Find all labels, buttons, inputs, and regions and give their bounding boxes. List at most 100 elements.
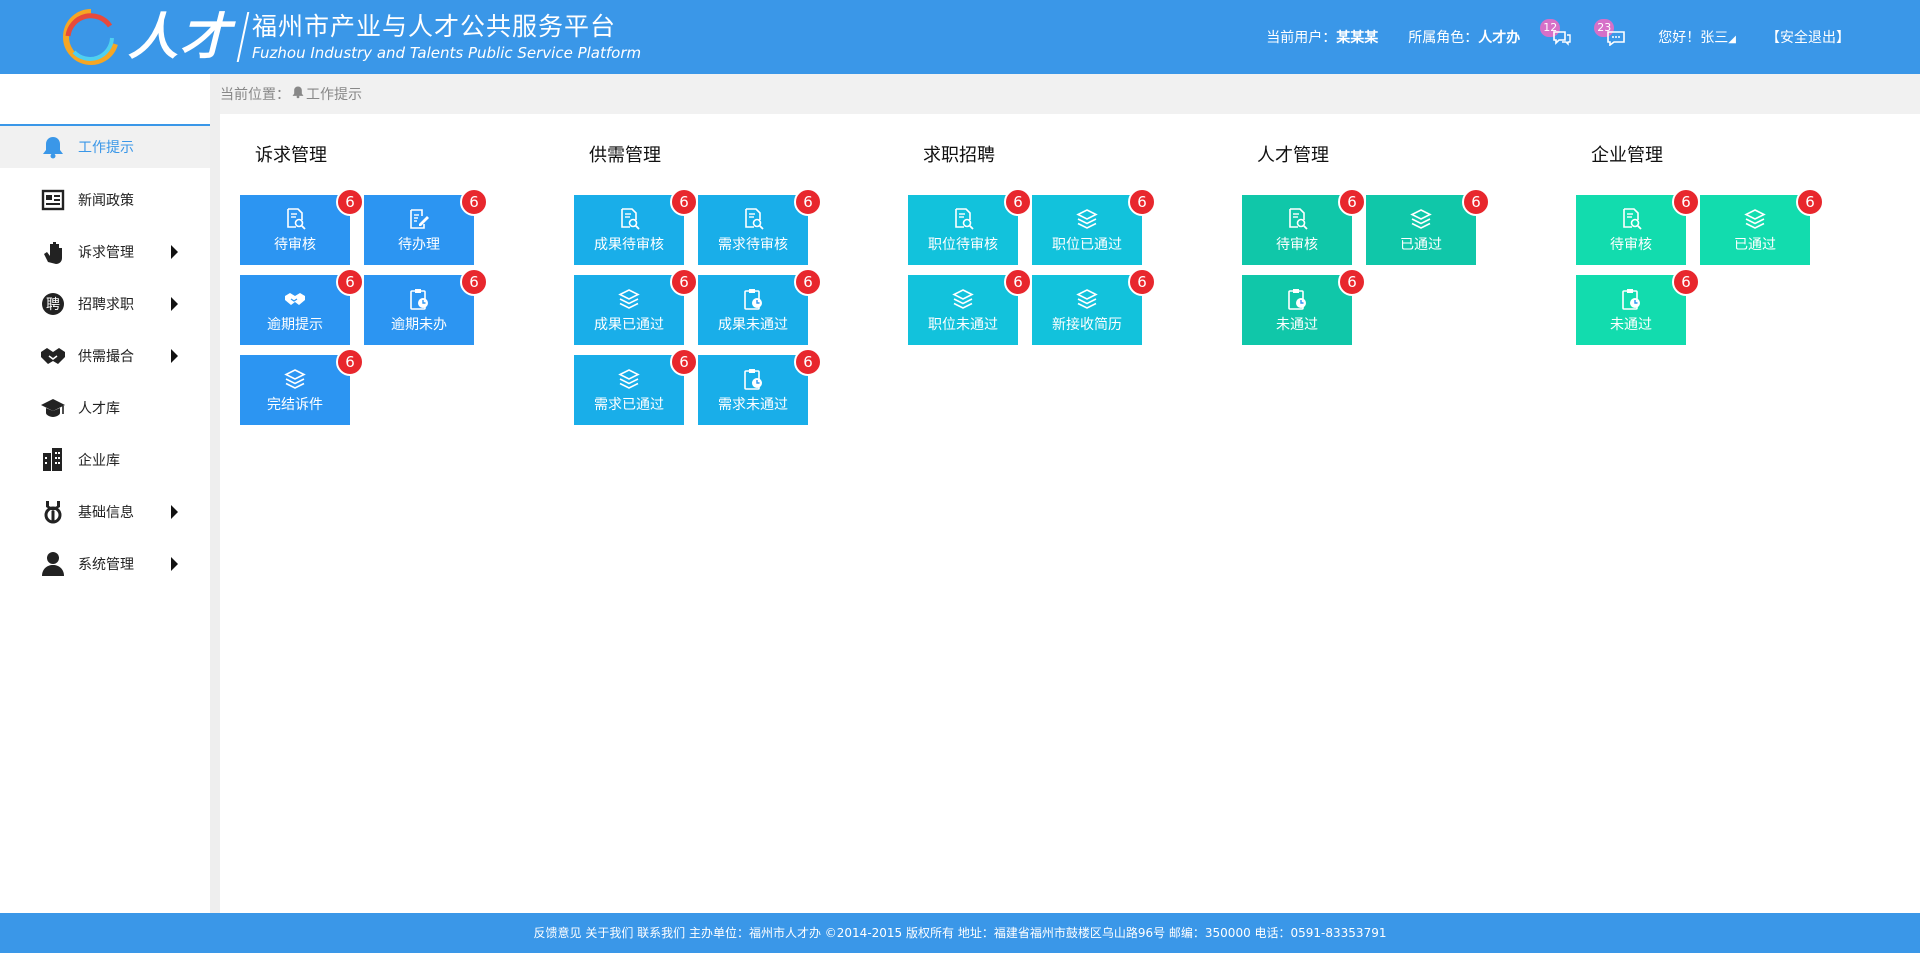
handshake-icon (240, 287, 350, 311)
breadcrumb: 当前位置： 工作提示 (220, 74, 1920, 114)
sidebar-item-recruitment[interactable]: 聘 招聘求职 (0, 282, 210, 326)
tile-label: 需求已通过 (594, 397, 664, 413)
edit-document-icon (364, 207, 474, 231)
tile-position-rejected[interactable]: 职位未通过 6 (908, 268, 1032, 345)
logout-link[interactable]: 【安全退出】 (1766, 27, 1850, 47)
breadcrumb-current[interactable]: 工作提示 (306, 84, 362, 104)
logo-divider (236, 12, 250, 62)
notification-button[interactable]: 12 (1540, 19, 1574, 49)
tile-label: 待审核 (1276, 237, 1318, 253)
tile-label: 需求待审核 (718, 237, 788, 253)
sidebar-item-label: 系统管理 (78, 557, 134, 573)
tile-label: 成果待审核 (594, 237, 664, 253)
message-icon (1607, 31, 1626, 46)
tile-demand-pending-review[interactable]: 需求待审核 6 (698, 188, 822, 265)
layers-icon (574, 287, 684, 311)
sidebar-item-label: 新闻政策 (78, 193, 134, 209)
caret-right-icon (171, 505, 178, 519)
tile-label: 逾期提示 (267, 317, 323, 333)
tile-demand-approved[interactable]: 需求已通过 6 (574, 348, 698, 425)
user-icon (40, 551, 66, 577)
sidebar-item-label: 招聘求职 (78, 297, 134, 313)
sidebar-item-label: 基础信息 (78, 505, 134, 521)
tile-label: 职位未通过 (928, 317, 998, 333)
tile-enterprise-pending-review[interactable]: 待审核 6 (1576, 188, 1700, 265)
current-role: 所属角色：人才办 (1408, 27, 1520, 47)
tile-appeal-to-handle[interactable]: 待办理 6 (364, 188, 488, 265)
sidebar-item-matching[interactable]: 供需撮合 (0, 334, 210, 378)
tile-result-approved[interactable]: 成果已通过 6 (574, 268, 698, 345)
tile-count-badge: 6 (670, 268, 698, 296)
sidebar-item-label: 供需撮合 (78, 349, 134, 365)
tile-appeal-pending-review[interactable]: 待审核 6 (240, 188, 364, 265)
tile-result-pending-review[interactable]: 成果待审核 6 (574, 188, 698, 265)
site-logo[interactable]: 人才 福州市产业与人才公共服务平台 Fuzhou Industry and Ta… (60, 6, 641, 68)
clipboard-clock-icon (364, 287, 474, 311)
sidebar-item-appeals[interactable]: 诉求管理 (0, 230, 210, 274)
tile-enterprise-approved[interactable]: 已通过 6 (1700, 188, 1824, 265)
sidebar-item-news[interactable]: 新闻政策 (0, 178, 210, 222)
tile-result-rejected[interactable]: 成果未通过 6 (698, 268, 822, 345)
tile-new-resumes[interactable]: 新接收简历 6 (1032, 268, 1156, 345)
tile-enterprise-rejected[interactable]: 未通过 6 (1576, 268, 1700, 345)
notification-icon (1553, 31, 1571, 46)
sidebar-item-talent-pool[interactable]: 人才库 (0, 386, 210, 430)
caret-right-icon (171, 557, 178, 571)
sidebar-item-label: 人才库 (78, 401, 120, 417)
caret-right-icon (171, 349, 178, 363)
tile-count-badge: 6 (336, 268, 364, 296)
newspaper-icon (40, 187, 66, 213)
tile-appeal-closed[interactable]: 完结诉件 6 (240, 348, 364, 425)
user-greeting: 您好！张三 (1658, 30, 1729, 46)
sidebar-item-label: 企业库 (78, 453, 120, 469)
tile-position-pending-review[interactable]: 职位待审核 6 (908, 188, 1032, 265)
layers-icon (240, 367, 350, 391)
message-button[interactable]: 23 (1594, 19, 1628, 49)
sidebar-item-work-tips[interactable]: 工作提示 (0, 124, 210, 168)
hand-icon (40, 239, 66, 265)
page-footer: 反馈意见 关于我们 联系我们 主办单位：福州市人才办 ©2014-2015 版权… (0, 913, 1920, 953)
building-icon (40, 447, 66, 473)
recruit-icon: 聘 (40, 291, 66, 317)
tile-appeal-overdue-warning[interactable]: 逾期提示 6 (240, 268, 364, 345)
current-user: 当前用户：某某某 (1266, 27, 1378, 47)
svg-text:聘: 聘 (46, 297, 60, 313)
user-greeting-dropdown[interactable]: 您好！张三◢ (1658, 27, 1736, 47)
clipboard-clock-icon (1242, 287, 1352, 311)
sidebar-item-basic-info[interactable]: 基础信息 (0, 490, 210, 534)
tile-talent-rejected[interactable]: 未通过 6 (1242, 268, 1366, 345)
header-user-bar: 当前用户：某某某 所属角色：人才办 12 23 您好！张三◢ 【安全退出】 (1266, 0, 1920, 74)
sidebar-item-enterprise-pool[interactable]: 企业库 (0, 438, 210, 482)
platform-title-cn: 福州市产业与人才公共服务平台 (252, 12, 617, 41)
current-user-name: 某某某 (1336, 30, 1379, 46)
clipboard-clock-icon (698, 287, 808, 311)
current-role-name: 人才办 (1478, 30, 1521, 46)
tile-count-badge: 6 (1672, 188, 1700, 216)
tile-label: 需求未通过 (718, 397, 788, 413)
tile-count-badge: 6 (670, 188, 698, 216)
tile-appeal-overdue-unhandled[interactable]: 逾期未办 6 (364, 268, 488, 345)
clipboard-clock-icon (698, 367, 808, 391)
tile-label: 待审核 (1610, 237, 1652, 253)
document-search-icon (908, 207, 1018, 231)
tile-talent-pending-review[interactable]: 待审核 6 (1242, 188, 1366, 265)
layers-icon (1032, 287, 1142, 311)
top-header: 人才 福州市产业与人才公共服务平台 Fuzhou Industry and Ta… (0, 0, 1920, 74)
tile-count-badge: 6 (794, 348, 822, 376)
tile-talent-approved[interactable]: 已通过 6 (1366, 188, 1490, 265)
document-search-icon (574, 207, 684, 231)
tile-count-badge: 6 (460, 188, 488, 216)
layers-icon (908, 287, 1018, 311)
sidebar-item-system[interactable]: 系统管理 (0, 542, 210, 586)
tile-count-badge: 6 (460, 268, 488, 296)
clipboard-clock-icon (1576, 287, 1686, 311)
tile-label: 待办理 (398, 237, 440, 253)
wrench-icon (40, 499, 66, 525)
tile-count-badge: 6 (1128, 268, 1156, 296)
layers-icon (1700, 207, 1810, 231)
tile-demand-rejected[interactable]: 需求未通过 6 (698, 348, 822, 425)
tile-position-approved[interactable]: 职位已通过 6 (1032, 188, 1156, 265)
tile-label: 已通过 (1734, 237, 1776, 253)
tile-count-badge: 6 (794, 188, 822, 216)
tile-label: 成果已通过 (594, 317, 664, 333)
